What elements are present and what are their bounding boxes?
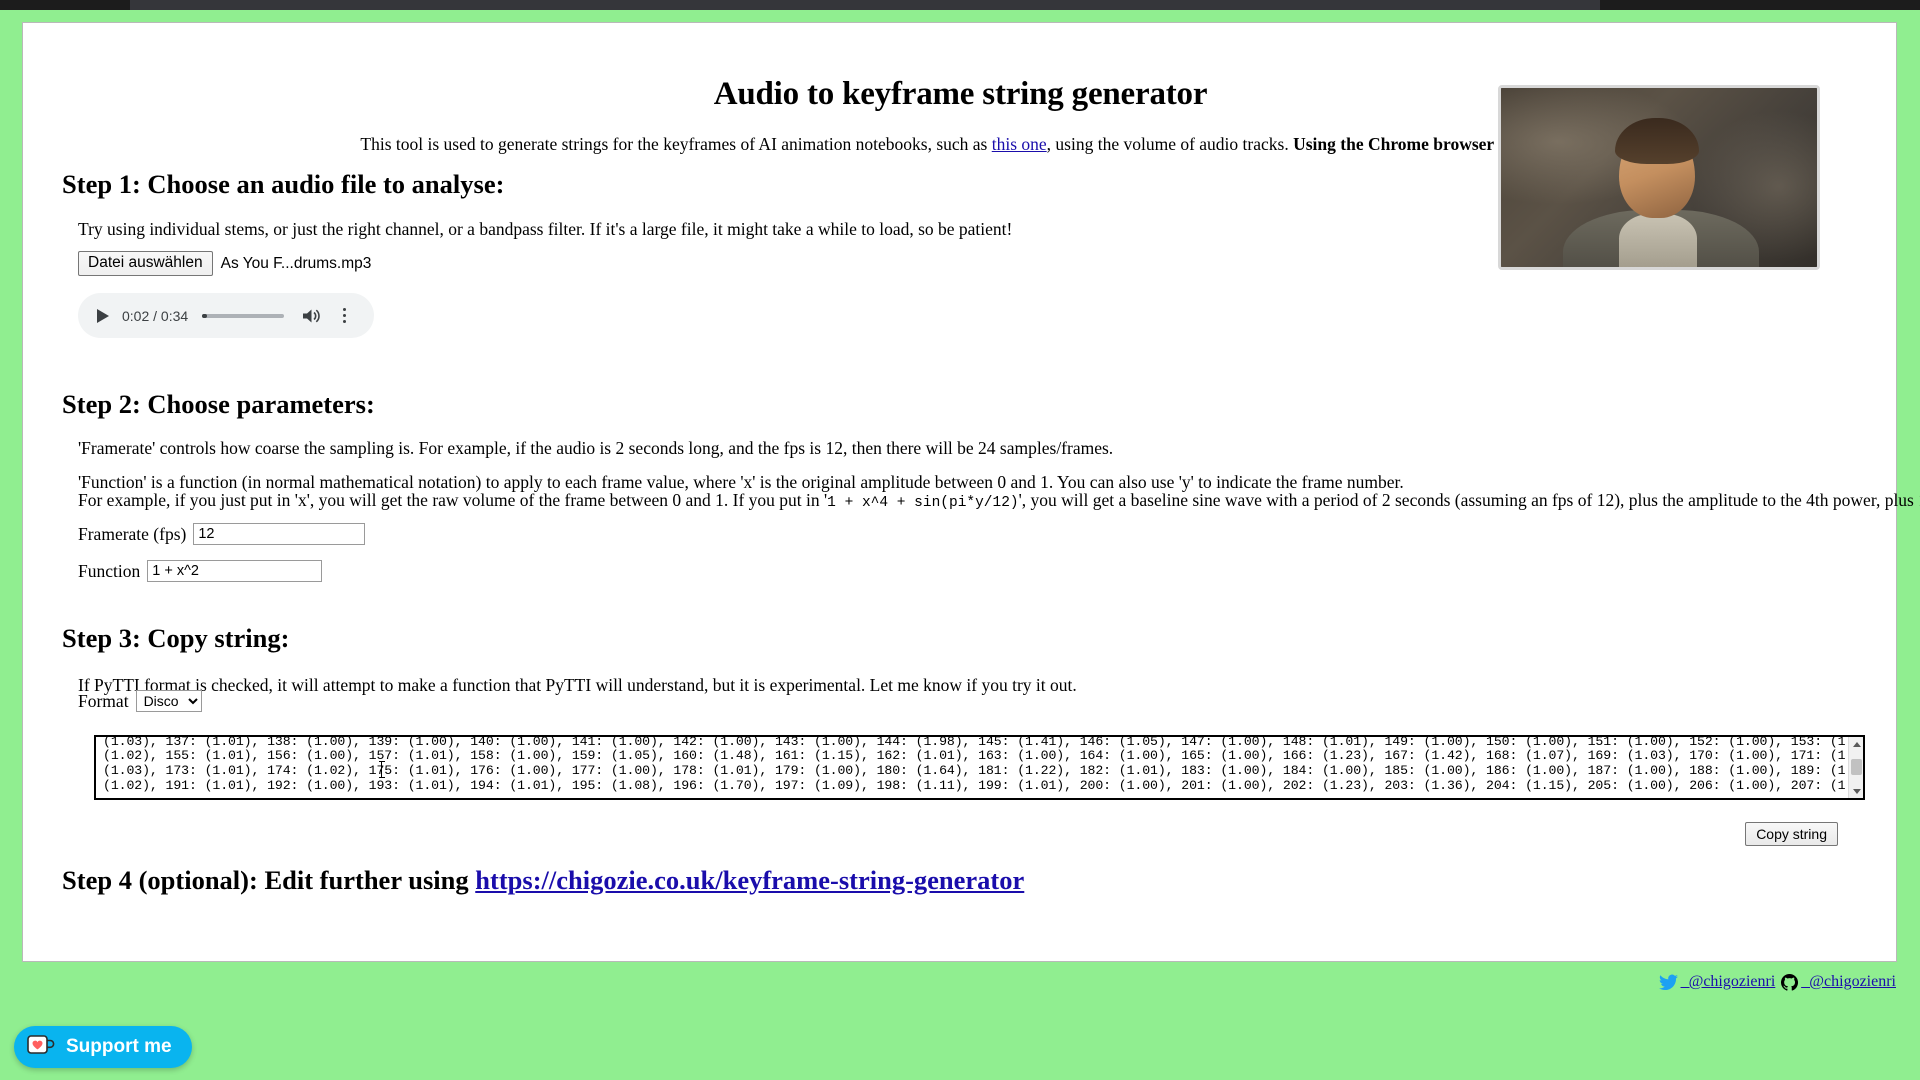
github-icon <box>1781 973 1799 991</box>
scroll-down-arrow-icon[interactable] <box>1849 784 1863 798</box>
support-me-button[interactable]: Support me <box>14 1026 192 1068</box>
textarea-scrollbar[interactable] <box>1848 737 1863 798</box>
function-example-prefix: For example, if you just put in 'x', you… <box>78 490 828 510</box>
function-label: Function <box>78 560 141 581</box>
twitter-icon <box>1658 974 1678 991</box>
keyframe-string-textarea[interactable]: (1.09), 119: (1.03), 120: (1.09), 121: (… <box>94 735 1865 800</box>
audio-progress-slider[interactable] <box>202 313 285 318</box>
intro-text-after-link: , using the volume of audio tracks. <box>1046 134 1294 154</box>
webcam-person-shirt <box>1619 214 1697 267</box>
content-card: Audio to keyframe string generator This … <box>22 22 1920 962</box>
audio-player[interactable]: 0:02 / 0:34 <box>78 293 374 338</box>
step1-description: Try using individual stems, or just the … <box>78 219 1013 239</box>
copy-string-button[interactable]: Copy string <box>1745 822 1838 846</box>
step3-pytti-note: If PyTTI format is checked, it will atte… <box>78 675 1077 695</box>
kebab-dot <box>342 307 346 311</box>
page-body: Audio to keyframe string generator This … <box>0 10 1920 1080</box>
webcam-video-overlay[interactable] <box>1498 85 1820 270</box>
play-icon[interactable] <box>92 305 114 327</box>
kebab-dot <box>342 320 346 324</box>
this-one-link[interactable]: this one <box>992 134 1047 154</box>
file-input-row: Datei auswählen As You F...drums.mp3 <box>78 251 371 276</box>
step4-heading-prefix: Step 4 (optional): Edit further using <box>62 865 476 895</box>
scrollbar-thumb[interactable] <box>1851 759 1862 775</box>
coffee-cup-heart-icon <box>26 1032 56 1063</box>
keyframe-string-content: (1.09), 119: (1.03), 120: (1.09), 121: (… <box>103 735 1863 793</box>
footer-social-links: _@chigozienri _@chigozienri <box>1658 973 1902 991</box>
support-me-label: Support me <box>66 1036 172 1057</box>
audio-time-display: 0:02 / 0:34 <box>122 307 189 324</box>
step4-heading: Step 4 (optional): Edit further using ht… <box>62 865 1024 896</box>
function-example-suffix: ', you will get a baseline sine wave wit… <box>1018 490 1920 510</box>
framerate-input[interactable] <box>193 523 366 545</box>
text-cursor-icon <box>378 761 385 778</box>
format-label: Format <box>78 690 129 711</box>
framerate-label: Framerate (fps) <box>78 523 187 544</box>
step2-heading: Step 2: Choose parameters: <box>62 389 375 419</box>
kebab-menu-icon[interactable] <box>336 305 352 327</box>
audio-progress-fill <box>202 313 208 318</box>
kebab-dot <box>342 313 346 318</box>
github-handle-link[interactable]: _@chigozienri <box>1801 973 1896 991</box>
function-example-code: 1 + x^4 + sin(pi*y/12) <box>827 495 1019 511</box>
twitter-handle-link[interactable]: _@chigozienri <box>1681 973 1776 991</box>
framerate-field-row: Framerate (fps) <box>78 523 366 545</box>
function-input[interactable] <box>147 560 323 582</box>
format-select[interactable]: DiscoPyTTI <box>135 690 202 712</box>
format-field-row: Format DiscoPyTTI <box>78 690 202 712</box>
browser-chrome-bar <box>0 0 1920 10</box>
step1-heading: Step 1: Choose an audio file to analyse: <box>62 169 505 199</box>
step2-framerate-paragraph: 'Framerate' controls how coarse the samp… <box>78 438 1114 458</box>
selected-file-name: As You F...drums.mp3 <box>220 254 372 272</box>
function-field-row: Function <box>78 560 323 582</box>
browser-tab-strip <box>130 0 1600 10</box>
scroll-up-arrow-icon[interactable] <box>1849 737 1863 751</box>
volume-icon[interactable] <box>300 305 322 327</box>
intro-text-before-link: This tool is used to generate strings fo… <box>360 134 992 154</box>
keyframe-string-generator-link[interactable]: https://chigozie.co.uk/keyframe-string-g… <box>475 865 1024 895</box>
step2-function-paragraph-2: For example, if you just put in 'x', you… <box>78 490 1920 514</box>
step3-heading: Step 3: Copy string: <box>62 623 290 653</box>
choose-file-button[interactable]: Datei auswählen <box>78 251 213 276</box>
